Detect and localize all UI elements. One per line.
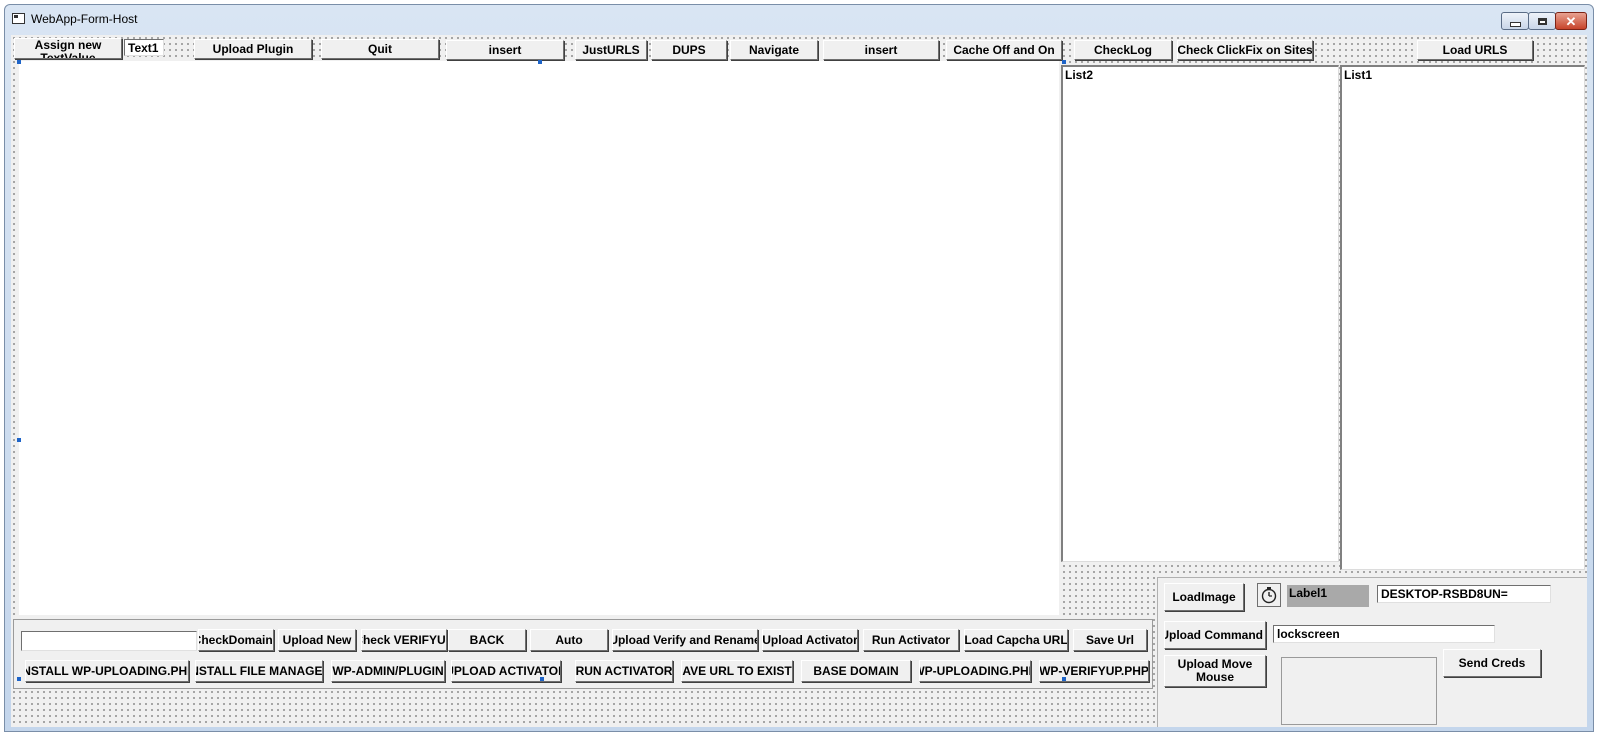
list1-listbox[interactable]: List1 xyxy=(1340,65,1585,570)
upload-plugin-button[interactable]: Upload Plugin xyxy=(194,39,312,59)
upload-activator-caps-button[interactable]: UPLOAD ACTIVATOR xyxy=(451,660,561,682)
insert-button-2[interactable]: insert xyxy=(823,40,939,60)
wp-verifyup-button[interactable]: WP-VERIFYUP.PHP xyxy=(1039,660,1149,682)
app-window: WebApp-Form-Host ✕ Assign new TextValue … xyxy=(4,4,1594,732)
close-button[interactable]: ✕ xyxy=(1555,12,1587,30)
list1-item: List1 xyxy=(1344,68,1373,82)
maximize-button[interactable] xyxy=(1528,12,1556,30)
picture-box xyxy=(1281,657,1437,725)
window-title: WebApp-Form-Host xyxy=(31,12,138,26)
minimize-button[interactable] xyxy=(1501,12,1529,30)
save-url-button[interactable]: Save Url xyxy=(1073,629,1147,651)
selection-handle xyxy=(17,438,21,442)
load-urls-button[interactable]: Load URLS xyxy=(1417,40,1533,60)
upload-move-mouse-button[interactable]: Upload Move Mouse xyxy=(1164,655,1266,687)
selection-handle xyxy=(17,60,21,64)
justurls-button[interactable]: JustURLS xyxy=(575,40,647,60)
minimize-icon xyxy=(1509,21,1521,27)
load-captcha-url-button[interactable]: Load Capcha URL xyxy=(964,629,1068,651)
checklog-button[interactable]: CheckLog xyxy=(1074,40,1172,60)
cache-toggle-button[interactable]: Cache Off and On xyxy=(946,40,1062,60)
command-input[interactable]: lockscreen xyxy=(1273,625,1495,643)
run-activator-button[interactable]: Run Activator xyxy=(863,629,959,651)
dups-button[interactable]: DUPS xyxy=(651,40,727,60)
send-creds-button[interactable]: Send Creds xyxy=(1443,649,1541,677)
maximize-icon xyxy=(1537,17,1547,25)
loadimage-button[interactable]: LoadImage xyxy=(1164,583,1244,611)
selection-handle xyxy=(1062,677,1066,681)
base-domain-button[interactable]: BASE DOMAIN xyxy=(801,660,911,682)
install-file-manager-button[interactable]: INSTALL FILE MANAGER xyxy=(195,660,323,682)
checkdomains-button[interactable]: CheckDomains xyxy=(198,629,274,651)
title-bar[interactable]: WebApp-Form-Host ✕ xyxy=(5,5,1593,33)
back-button[interactable]: BACK xyxy=(448,629,526,651)
list2-item: List2 xyxy=(1065,68,1094,82)
upload-verify-rename-button[interactable]: Upload Verify and Rename xyxy=(612,629,758,651)
check-clickfix-button[interactable]: Check ClickFix on Sites xyxy=(1177,40,1313,60)
list2-listbox[interactable]: List2 xyxy=(1061,65,1339,562)
selection-handle xyxy=(538,60,542,64)
quit-button[interactable]: Quit xyxy=(321,39,439,59)
label1: Label1 xyxy=(1287,585,1369,607)
save-url-to-exists-button[interactable]: SAVE URL TO EXISTS xyxy=(681,660,793,682)
wp-uploading-button[interactable]: WP-UPLOADING.PHP xyxy=(919,660,1031,682)
upload-activator-button[interactable]: Upload Activator xyxy=(762,629,858,651)
selection-handle xyxy=(17,677,21,681)
run-activator-caps-button[interactable]: RUN ACTIVATOR xyxy=(575,660,673,682)
install-wp-uploading-button[interactable]: INSTALL WP-UPLOADING.PHP xyxy=(25,660,189,682)
auto-button[interactable]: Auto xyxy=(530,629,608,651)
close-icon: ✕ xyxy=(1565,13,1577,29)
window-app-icon[interactable] xyxy=(12,13,25,24)
text1-input[interactable]: Text1 xyxy=(124,39,164,56)
check-verifyup-button[interactable]: Check VERIFYUP xyxy=(361,629,447,651)
navigate-button[interactable]: Navigate xyxy=(730,40,818,60)
selection-handle xyxy=(1062,60,1066,64)
domain-input[interactable] xyxy=(21,631,197,651)
form-client-area: Assign new TextValue Text1 Upload Plugin… xyxy=(11,35,1587,727)
upload-command-button[interactable]: Upload Command I xyxy=(1164,621,1266,649)
assign-new-textvalue-button[interactable]: Assign new TextValue xyxy=(14,38,122,59)
web-browser-area[interactable] xyxy=(19,61,1059,615)
upload-new-button[interactable]: Upload New xyxy=(278,629,356,651)
wp-admin-plugin-button[interactable]: WP-ADMIN/PLUGIN xyxy=(331,660,445,682)
stopwatch-icon xyxy=(1257,583,1281,607)
selection-handle xyxy=(540,677,544,681)
desktop-name-field[interactable]: DESKTOP-RSBD8UN= xyxy=(1377,585,1551,603)
insert-button-1[interactable]: insert xyxy=(446,40,564,60)
